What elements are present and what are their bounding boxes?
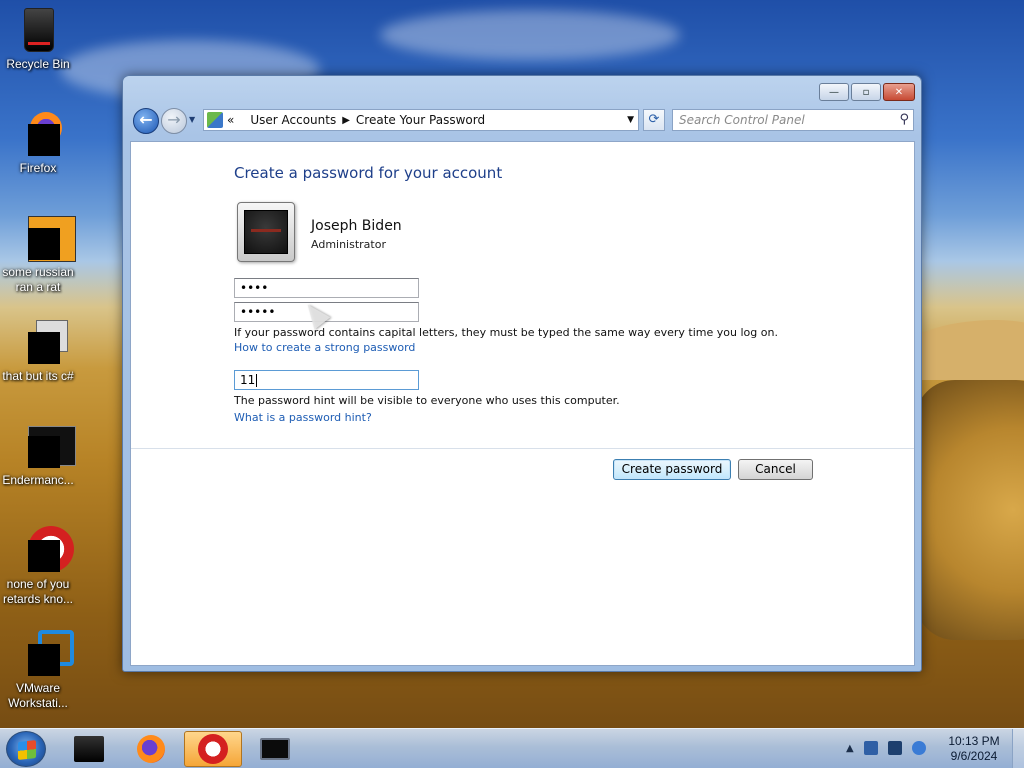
desktop-icon-label: that but its c# bbox=[2, 369, 74, 383]
taskbar: ▲ 10:13 PM 9/6/2024 bbox=[0, 728, 1024, 768]
desktop-icon-label: Endermanc... bbox=[2, 473, 74, 487]
desktop-icon-that-but-its-csharp[interactable]: that but its c# bbox=[0, 318, 76, 384]
clock[interactable]: 10:13 PM 9/6/2024 bbox=[944, 734, 1004, 764]
forward-button[interactable]: → bbox=[161, 108, 187, 134]
network-icon[interactable] bbox=[887, 741, 902, 755]
desktop-icon-firefox[interactable]: Firefox bbox=[0, 110, 76, 176]
search-icon[interactable]: ⚲ bbox=[899, 112, 909, 127]
create-password-button[interactable]: Create password bbox=[613, 459, 731, 480]
desktop-icon-label: some russian ran a rat bbox=[2, 265, 74, 294]
main-content: Create a password for your account Josep… bbox=[130, 141, 915, 666]
vmware-icon bbox=[14, 630, 74, 678]
desktop-icon-label: Recycle Bin bbox=[6, 57, 70, 71]
address-dropdown-icon[interactable]: ▼ bbox=[627, 115, 634, 125]
back-button[interactable]: ← bbox=[133, 108, 159, 134]
app-icon bbox=[14, 422, 76, 470]
show-desktop-button[interactable] bbox=[1012, 729, 1024, 768]
recent-pages-dropdown[interactable]: ▼ bbox=[189, 115, 195, 124]
firefox-icon bbox=[137, 735, 165, 763]
user-name: Joseph Biden bbox=[311, 218, 402, 234]
taskbar-item-firefox[interactable] bbox=[122, 731, 180, 767]
volume-icon[interactable] bbox=[911, 741, 926, 755]
clock-date: 9/6/2024 bbox=[950, 749, 998, 763]
desktop-icon-recycle-bin[interactable]: Recycle Bin bbox=[0, 6, 76, 72]
cancel-button[interactable]: Cancel bbox=[738, 459, 813, 480]
start-button[interactable] bbox=[6, 731, 46, 767]
desktop-icon-endermanc[interactable]: Endermanc... bbox=[0, 422, 76, 488]
taskbar-item-active-app[interactable] bbox=[184, 731, 242, 767]
address-bar[interactable]: « User Accounts ▶ Create Your Password ▼ bbox=[203, 109, 639, 131]
app-icon bbox=[198, 734, 228, 764]
maximize-button[interactable]: ▫ bbox=[851, 83, 881, 101]
close-button[interactable]: ✕ bbox=[883, 83, 915, 101]
breadcrumb-separator-icon[interactable]: ▶ bbox=[342, 115, 350, 126]
app-icon bbox=[74, 736, 104, 762]
breadcrumb-user-accounts[interactable]: User Accounts bbox=[250, 113, 336, 127]
firefox-icon bbox=[14, 110, 62, 158]
taskbar-item-control-panel[interactable] bbox=[246, 731, 304, 767]
password-hint-value: 11 bbox=[240, 373, 256, 387]
password-hint-field[interactable]: 11 bbox=[234, 370, 419, 390]
avatar bbox=[237, 202, 295, 262]
windows-logo-icon bbox=[18, 740, 36, 760]
cloud bbox=[380, 10, 680, 60]
navigation-bar: ← → ▼ « User Accounts ▶ Create Your Pass… bbox=[131, 107, 914, 134]
user-role: Administrator bbox=[311, 238, 386, 251]
desktop-icon-none-of-you[interactable]: none of you retards kno... bbox=[0, 526, 76, 607]
desktop-icon-label: VMware Workstati... bbox=[8, 681, 68, 710]
system-tray: ▲ bbox=[846, 741, 926, 755]
hint-visibility-note: The password hint will be visible to eve… bbox=[234, 394, 620, 407]
hay-bale bbox=[915, 380, 1024, 640]
show-hidden-icons-button[interactable]: ▲ bbox=[846, 743, 854, 754]
refresh-button[interactable]: ⟳ bbox=[643, 109, 665, 131]
app-icon bbox=[14, 526, 74, 574]
minimize-button[interactable]: — bbox=[819, 83, 849, 101]
security-icon[interactable] bbox=[863, 741, 878, 755]
desktop-icon-some-russian-ran-a-rat[interactable]: some russian ran a rat bbox=[0, 214, 76, 295]
app-icon bbox=[14, 214, 76, 262]
desktop-icon-label: none of you retards kno... bbox=[2, 577, 74, 606]
password-hint-link[interactable]: What is a password hint? bbox=[234, 411, 372, 424]
new-password-field[interactable]: •••• bbox=[234, 278, 419, 298]
strong-password-link[interactable]: How to create a strong password bbox=[234, 341, 415, 354]
desktop-icon-label: Firefox bbox=[19, 161, 57, 175]
divider bbox=[131, 448, 914, 449]
window-controls: — ▫ ✕ bbox=[819, 83, 915, 101]
search-placeholder: Search Control Panel bbox=[679, 113, 805, 127]
breadcrumb-overflow[interactable]: « bbox=[227, 113, 234, 127]
user-picture bbox=[244, 210, 288, 254]
page-title: Create a password for your account bbox=[234, 164, 503, 182]
app-icon bbox=[14, 318, 68, 366]
text-caret bbox=[256, 374, 258, 387]
control-panel-icon bbox=[207, 112, 223, 128]
breadcrumb-create-password[interactable]: Create Your Password bbox=[356, 113, 485, 127]
clock-time: 10:13 PM bbox=[948, 734, 1000, 748]
monitor-icon bbox=[260, 738, 290, 760]
desktop-icon-vmware[interactable]: VMware Workstati... bbox=[0, 630, 76, 711]
search-input[interactable]: Search Control Panel ⚲ bbox=[672, 109, 914, 131]
control-panel-window: — ▫ ✕ ← → ▼ « User Accounts ▶ Create You… bbox=[122, 75, 922, 672]
taskbar-item-app[interactable] bbox=[60, 731, 118, 767]
recycle-bin-icon bbox=[14, 6, 62, 54]
